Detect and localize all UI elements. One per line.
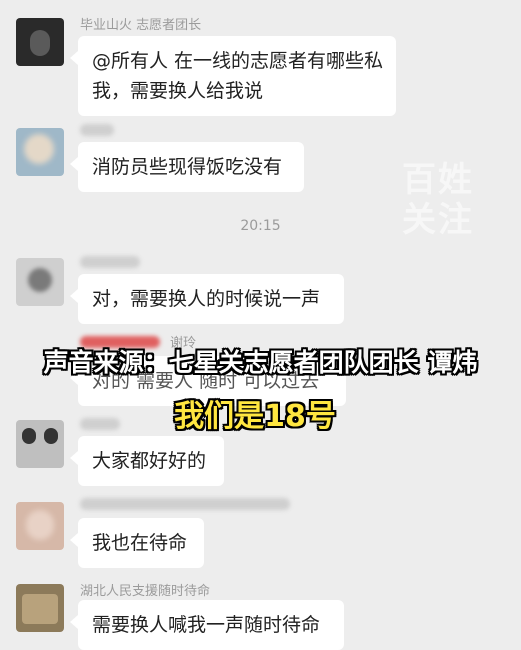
message-line: 消防员些现得饭吃没有 — [92, 156, 283, 178]
avatar[interactable] — [16, 258, 64, 306]
avatar[interactable] — [16, 18, 64, 66]
message-bubble[interactable]: @所有人 在一线的志愿者有哪些私 我，需要换人给我说 — [70, 36, 396, 116]
message-line: 我，需要换人给我说 — [92, 80, 264, 102]
blurred-sender-name — [80, 418, 120, 430]
avatar[interactable] — [16, 128, 64, 176]
message-bubble[interactable]: 需要换人喊我一声随时待命 — [70, 600, 344, 650]
message-bubble[interactable]: 我也在待命 — [70, 518, 204, 568]
avatar[interactable] — [16, 420, 64, 468]
subtitle-highlight: 我们是18号 — [174, 399, 336, 434]
message-line: @所有人 在一线的志愿者有哪些私 — [92, 50, 384, 72]
sender-name: 湖北人民支援随时待命 — [80, 584, 211, 599]
blurred-sender-name — [80, 124, 114, 136]
blurred-sender-name — [80, 498, 290, 510]
subtitle-caption: 声音来源：七星关志愿者团队团长 谭炜 — [43, 348, 478, 377]
sender-name: 毕业山火 志愿者团长 — [80, 18, 202, 33]
message-bubble[interactable]: 对，需要换人的时候说一声 — [70, 274, 344, 324]
watermark-line: 百姓 — [402, 160, 474, 200]
message-line: 对，需要换人的时候说一声 — [92, 288, 321, 310]
blurred-sender-name — [80, 256, 140, 268]
timestamp: 20:15 — [240, 218, 281, 234]
message-line: 需要换人喊我一声随时待命 — [92, 614, 321, 636]
message-line: 大家都好好的 — [92, 450, 207, 472]
avatar[interactable] — [16, 502, 64, 550]
message-bubble[interactable]: 大家都好好的 — [70, 436, 224, 486]
message-bubble[interactable]: 消防员些现得饭吃没有 — [70, 142, 304, 192]
avatar[interactable] — [16, 584, 64, 632]
message-line: 我也在待命 — [92, 532, 188, 554]
